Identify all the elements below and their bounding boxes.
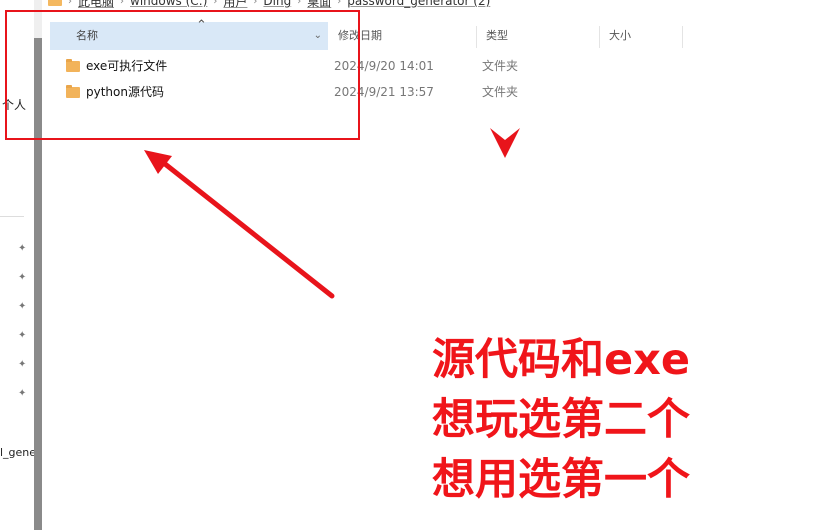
diagonal-arrow-icon: [144, 150, 335, 299]
file-explorer-window: 不 › 此电脑 › windows (C:) › 用户 › Ding › 桌面 …: [0, 0, 838, 530]
annotation-line-1: 源代码和exe: [432, 335, 691, 385]
annotation-line-3: 想用选第一个: [432, 455, 690, 505]
annotation-arrows: [144, 128, 520, 299]
annotation-line-2: 想玩选第二个: [432, 395, 690, 445]
down-arrow-icon: [490, 128, 520, 158]
